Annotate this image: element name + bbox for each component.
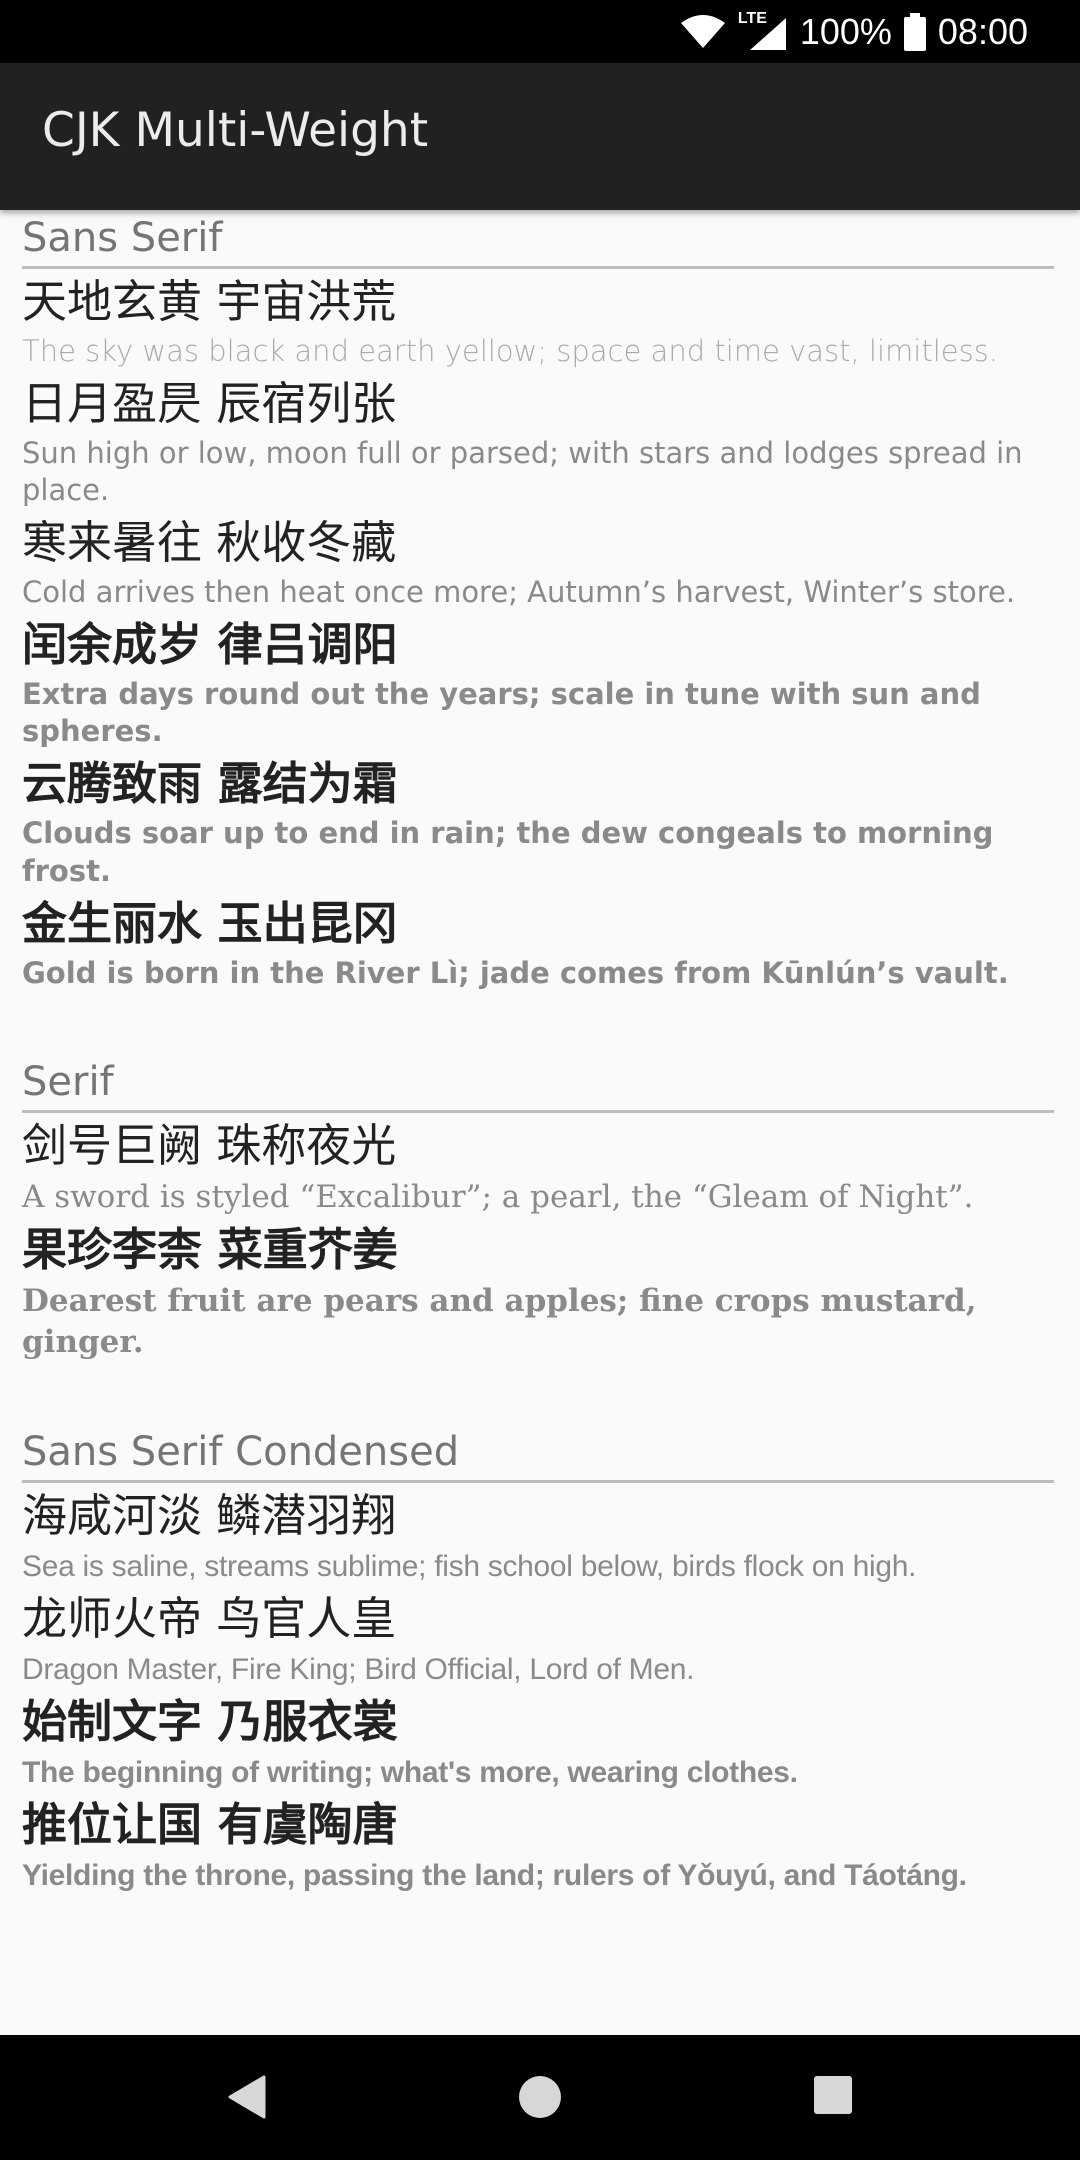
battery-icon [903, 12, 926, 51]
app-bar: CJK Multi-Weight [0, 63, 1080, 210]
navigation-bar [0, 2035, 1080, 2160]
lte-signal-icon: LTE [737, 9, 788, 52]
network-type-label: LTE [737, 9, 767, 27]
status-bar: LTE 100% 08:00 [0, 0, 1080, 63]
content-scroll[interactable]: Sans Serif 天地玄黄 宇宙洪荒 The sky was black a… [0, 210, 1080, 2035]
translation-line: Yielding the throne, passing the land; r… [22, 1859, 967, 1893]
cjk-line: 推位让国 有虞陶唐 [22, 1798, 398, 1852]
translation-line: Dragon Master, Fire King; Bird Official,… [22, 1653, 695, 1687]
battery-percent: 100% [799, 10, 892, 52]
cjk-line: 剑号巨阙 珠称夜光 [22, 1119, 397, 1173]
translation-line: Dearest fruit are pears and apples; fine… [22, 1283, 977, 1360]
cjk-line: 日月盈昃 辰宿列张 [22, 376, 397, 430]
cjk-line: 海咸河淡 鳞潜羽翔 [22, 1489, 397, 1543]
home-icon[interactable] [518, 2075, 562, 2123]
section-serif: Serif 剑号巨阙 珠称夜光 A sword is styled “Excal… [0, 1054, 1080, 1362]
translation-line: Gold is born in the River Lì; jade comes… [22, 955, 1009, 990]
cjk-line: 金生丽水 玉出昆冈 [22, 896, 398, 950]
recents-icon[interactable] [813, 2075, 853, 2119]
section-header: Sans Serif [22, 210, 1054, 269]
clock: 08:00 [937, 10, 1028, 52]
section-sans-serif: Sans Serif 天地玄黄 宇宙洪荒 The sky was black a… [0, 210, 1080, 992]
section-header: Serif [22, 1054, 1054, 1114]
translation-line: The sky was black and earth yellow; spac… [22, 334, 999, 368]
cjk-line: 龙师火帝 鸟官人皇 [22, 1592, 397, 1646]
cjk-line: 果珍李柰 菜重芥姜 [22, 1223, 398, 1277]
translation-line: Sun high or low, moon full or parsed; wi… [22, 435, 1023, 508]
cjk-line: 闰余成岁 律吕调阳 [22, 617, 398, 671]
app-title: CJK Multi-Weight [42, 103, 429, 158]
translation-line: A sword is styled “Excalibur”; a pearl, … [22, 1179, 974, 1216]
section-header: Sans Serif Condensed [22, 1424, 1054, 1484]
cjk-line: 云腾致雨 露结为霜 [22, 757, 398, 811]
translation-line: Cold arrives then heat once more; Autumn… [22, 575, 1016, 610]
translation-line: Sea is saline, streams sublime; fish sch… [22, 1550, 917, 1584]
translation-line: Clouds soar up to end in rain; the dew c… [22, 816, 994, 888]
section-sans-serif-condensed: Sans Serif Condensed 海咸河淡 鳞潜羽翔 Sea is sa… [0, 1424, 1080, 1895]
cjk-line: 寒来暑往 秋收冬藏 [22, 516, 397, 570]
wifi-icon [680, 14, 726, 49]
back-icon[interactable] [226, 2075, 268, 2123]
translation-line: The beginning of writing; what's more, w… [22, 1756, 798, 1790]
cjk-line: 始制文字 乃服衣裳 [22, 1695, 398, 1749]
cjk-line: 天地玄黄 宇宙洪荒 [22, 275, 397, 328]
translation-line: Extra days round out the years; scale in… [22, 676, 981, 749]
